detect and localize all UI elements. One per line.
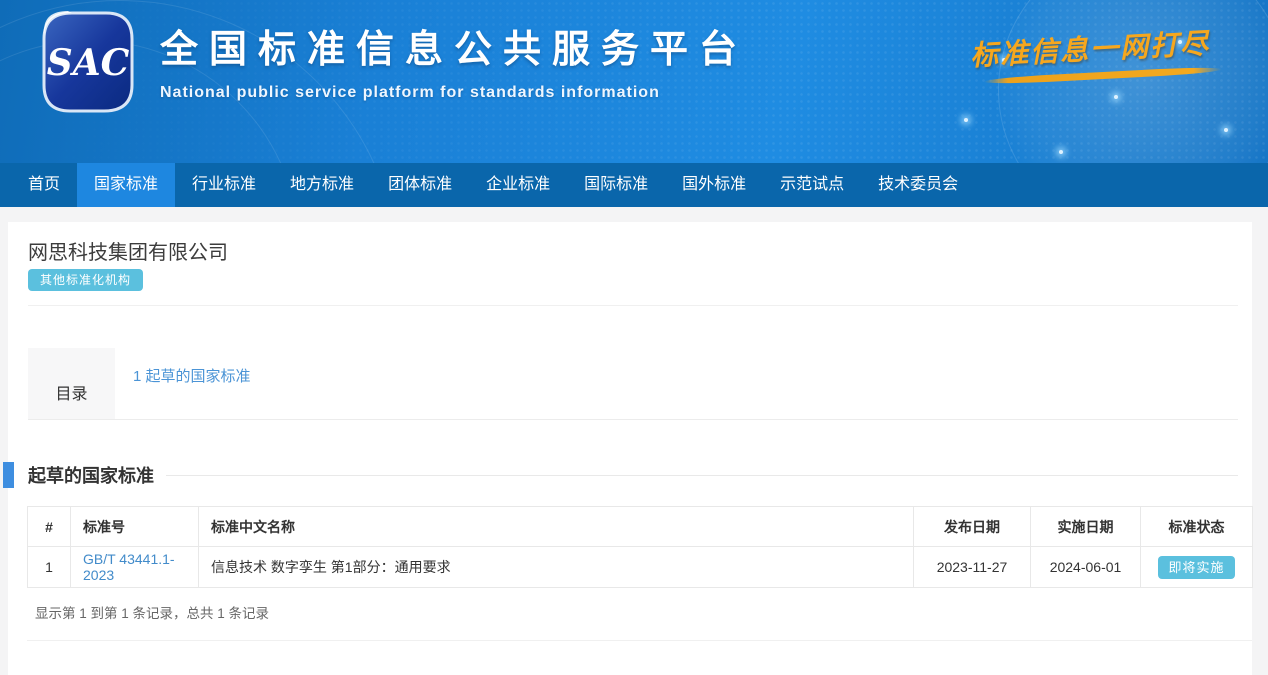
col-header-name-cn: 标准中文名称 xyxy=(199,507,914,547)
col-header-standard-no: 标准号 xyxy=(71,507,199,547)
col-header-publish-date: 发布日期 xyxy=(914,507,1031,547)
cell-standard-no: GB/T 43441.1-2023 xyxy=(71,547,199,588)
nav-item-local-standards[interactable]: 地方标准 xyxy=(273,163,371,207)
nav-item-foreign-standards[interactable]: 国外标准 xyxy=(665,163,763,207)
toc-label: 目录 xyxy=(28,348,115,419)
section-rule-line xyxy=(166,475,1238,476)
status-badge: 即将实施 xyxy=(1158,556,1234,579)
organization-type-badge: 其他标准化机构 xyxy=(28,269,143,291)
glow-dot xyxy=(964,118,968,122)
cell-index: 1 xyxy=(28,547,71,588)
nav-item-international-standards[interactable]: 国际标准 xyxy=(567,163,665,207)
sac-logo[interactable]: SAC xyxy=(42,11,134,113)
table-row: 1 GB/T 43441.1-2023 信息技术 数字孪生 第1部分：通用要求 … xyxy=(28,547,1253,588)
site-brand: 全国标准信息公共服务平台 National public service pla… xyxy=(160,18,748,102)
header-banner: SAC 全国标准信息公共服务平台 National public service… xyxy=(0,0,1268,163)
cell-publish-date: 2023-11-27 xyxy=(914,547,1031,588)
toc-link-drafted-national-standards[interactable]: 1 起草的国家标准 xyxy=(133,368,251,385)
col-header-index: # xyxy=(28,507,71,547)
col-header-status: 标准状态 xyxy=(1141,507,1253,547)
site-subtitle: National public service platform for sta… xyxy=(160,84,748,102)
standard-no-link[interactable]: GB/T 43441.1-2023 xyxy=(83,551,175,583)
toc-panel: 目录 1 起草的国家标准 xyxy=(28,348,1238,420)
cell-implement-date: 2024-06-01 xyxy=(1031,547,1141,588)
standards-table: # 标准号 标准中文名称 发布日期 实施日期 标准状态 1 GB/T 43441… xyxy=(27,506,1253,588)
section-accent-marker xyxy=(3,462,14,488)
nav-item-pilot-demonstration[interactable]: 示范试点 xyxy=(763,163,861,207)
section-title: 起草的国家标准 xyxy=(28,462,154,488)
main-navigation: 首页 国家标准 行业标准 地方标准 团体标准 企业标准 国际标准 国外标准 示范… xyxy=(0,163,1268,207)
content-card: 网思科技集团有限公司 其他标准化机构 目录 1 起草的国家标准 起草的国家标准 … xyxy=(8,222,1252,675)
nav-item-home[interactable]: 首页 xyxy=(11,163,77,207)
col-header-implement-date: 实施日期 xyxy=(1031,507,1141,547)
nav-item-technical-committee[interactable]: 技术委员会 xyxy=(861,163,975,207)
site-title: 全国标准信息公共服务平台 xyxy=(160,18,748,73)
cell-name-cn: 信息技术 数字孪生 第1部分：通用要求 xyxy=(199,547,914,588)
glow-dot xyxy=(1114,95,1118,99)
nav-item-group-standards[interactable]: 团体标准 xyxy=(371,163,469,207)
standards-table-container: # 标准号 标准中文名称 发布日期 实施日期 标准状态 1 GB/T 43441… xyxy=(27,506,1252,641)
cell-status: 即将实施 xyxy=(1141,547,1253,588)
nav-item-enterprise-standards[interactable]: 企业标准 xyxy=(469,163,567,207)
organization-name: 网思科技集团有限公司 xyxy=(28,236,228,265)
pagination-summary: 显示第 1 到第 1 条记录，总共 1 条记录 xyxy=(27,588,1252,640)
glow-dot xyxy=(1059,150,1063,154)
nav-item-national-standards[interactable]: 国家标准 xyxy=(77,163,175,207)
table-header-row: # 标准号 标准中文名称 发布日期 实施日期 标准状态 xyxy=(28,507,1253,547)
toc-body: 1 起草的国家标准 xyxy=(115,348,1238,419)
section-header: 起草的国家标准 xyxy=(8,462,1238,488)
nav-item-industry-standards[interactable]: 行业标准 xyxy=(175,163,273,207)
divider xyxy=(28,305,1238,306)
sac-logo-icon: SAC xyxy=(42,11,134,113)
glow-dot xyxy=(1224,128,1228,132)
svg-text:SAC: SAC xyxy=(47,42,130,84)
